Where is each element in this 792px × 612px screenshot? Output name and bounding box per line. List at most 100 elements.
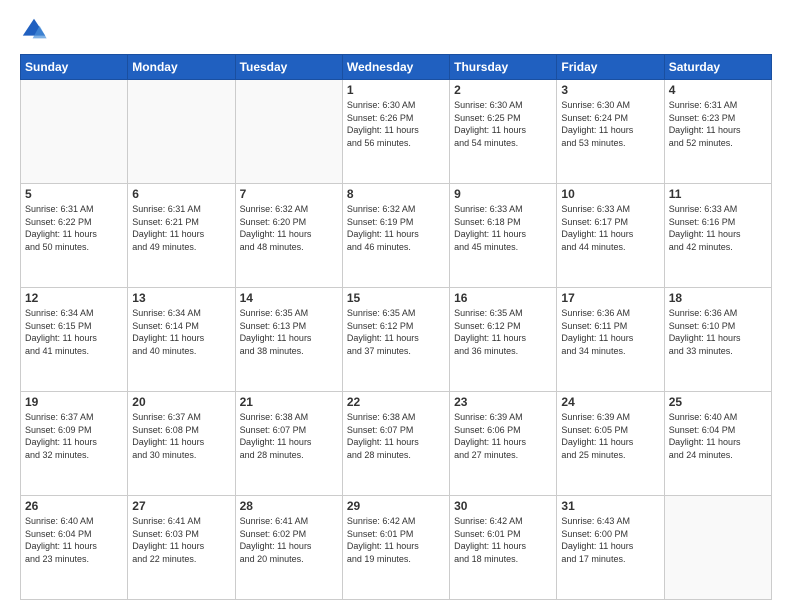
day-info: Sunrise: 6:43 AM Sunset: 6:00 PM Dayligh… — [561, 515, 659, 565]
calendar-cell — [128, 80, 235, 184]
day-number: 12 — [25, 291, 123, 305]
day-number: 27 — [132, 499, 230, 513]
day-info: Sunrise: 6:32 AM Sunset: 6:20 PM Dayligh… — [240, 203, 338, 253]
day-info: Sunrise: 6:40 AM Sunset: 6:04 PM Dayligh… — [669, 411, 767, 461]
calendar-cell — [664, 496, 771, 600]
day-number: 19 — [25, 395, 123, 409]
day-number: 31 — [561, 499, 659, 513]
weekday-header-sunday: Sunday — [21, 55, 128, 80]
day-number: 18 — [669, 291, 767, 305]
day-number: 4 — [669, 83, 767, 97]
calendar-cell: 20 Sunrise: 6:37 AM Sunset: 6:08 PM Dayli… — [128, 392, 235, 496]
day-number: 22 — [347, 395, 445, 409]
weekday-header-saturday: Saturday — [664, 55, 771, 80]
day-number: 2 — [454, 83, 552, 97]
calendar-cell: 22 Sunrise: 6:38 AM Sunset: 6:07 PM Dayli… — [342, 392, 449, 496]
day-info: Sunrise: 6:38 AM Sunset: 6:07 PM Dayligh… — [240, 411, 338, 461]
day-number: 29 — [347, 499, 445, 513]
logo — [20, 16, 52, 44]
calendar-cell: 5 Sunrise: 6:31 AM Sunset: 6:22 PM Daylig… — [21, 184, 128, 288]
day-info: Sunrise: 6:30 AM Sunset: 6:26 PM Dayligh… — [347, 99, 445, 149]
calendar-cell: 13Sunrise: 6:34 AM Sunset: 6:14 PM Dayli… — [128, 288, 235, 392]
calendar-cell: 28 Sunrise: 6:41 AM Sunset: 6:02 PM Dayli… — [235, 496, 342, 600]
weekday-header-tuesday: Tuesday — [235, 55, 342, 80]
calendar-cell: 23 Sunrise: 6:39 AM Sunset: 6:06 PM Dayli… — [450, 392, 557, 496]
day-info: Sunrise: 6:35 AM Sunset: 6:12 PM Dayligh… — [454, 307, 552, 357]
day-number: 5 — [25, 187, 123, 201]
calendar-cell: 14Sunrise: 6:35 AM Sunset: 6:13 PM Dayli… — [235, 288, 342, 392]
day-number: 23 — [454, 395, 552, 409]
calendar-cell: 21 Sunrise: 6:38 AM Sunset: 6:07 PM Dayli… — [235, 392, 342, 496]
weekday-header-wednesday: Wednesday — [342, 55, 449, 80]
day-info: Sunrise: 6:41 AM Sunset: 6:02 PM Dayligh… — [240, 515, 338, 565]
day-number: 15 — [347, 291, 445, 305]
calendar-cell: 1 Sunrise: 6:30 AM Sunset: 6:26 PM Daylig… — [342, 80, 449, 184]
week-row-1: 5 Sunrise: 6:31 AM Sunset: 6:22 PM Daylig… — [21, 184, 772, 288]
calendar-cell: 18 Sunrise: 6:36 AM Sunset: 6:10 PM Dayli… — [664, 288, 771, 392]
page: SundayMondayTuesdayWednesdayThursdayFrid… — [0, 0, 792, 612]
calendar-cell: 4 Sunrise: 6:31 AM Sunset: 6:23 PM Daylig… — [664, 80, 771, 184]
day-info: Sunrise: 6:37 AM Sunset: 6:08 PM Dayligh… — [132, 411, 230, 461]
calendar-cell: 16Sunrise: 6:35 AM Sunset: 6:12 PM Dayli… — [450, 288, 557, 392]
day-number: 8 — [347, 187, 445, 201]
day-info: Sunrise: 6:32 AM Sunset: 6:19 PM Dayligh… — [347, 203, 445, 253]
day-info: Sunrise: 6:39 AM Sunset: 6:05 PM Dayligh… — [561, 411, 659, 461]
day-info: Sunrise: 6:35 AM Sunset: 6:12 PM Dayligh… — [347, 307, 445, 357]
calendar-cell: 8 Sunrise: 6:32 AM Sunset: 6:19 PM Daylig… — [342, 184, 449, 288]
day-info: Sunrise: 6:31 AM Sunset: 6:23 PM Dayligh… — [669, 99, 767, 149]
day-info: Sunrise: 6:39 AM Sunset: 6:06 PM Dayligh… — [454, 411, 552, 461]
calendar-cell: 10 Sunrise: 6:33 AM Sunset: 6:17 PM Dayli… — [557, 184, 664, 288]
weekday-header-row: SundayMondayTuesdayWednesdayThursdayFrid… — [21, 55, 772, 80]
logo-icon — [20, 16, 48, 44]
calendar-table: SundayMondayTuesdayWednesdayThursdayFrid… — [20, 54, 772, 600]
weekday-header-monday: Monday — [128, 55, 235, 80]
day-number: 3 — [561, 83, 659, 97]
day-info: Sunrise: 6:42 AM Sunset: 6:01 PM Dayligh… — [454, 515, 552, 565]
calendar-cell: 6 Sunrise: 6:31 AM Sunset: 6:21 PM Daylig… — [128, 184, 235, 288]
day-info: Sunrise: 6:35 AM Sunset: 6:13 PM Dayligh… — [240, 307, 338, 357]
day-number: 1 — [347, 83, 445, 97]
calendar-cell: 29 Sunrise: 6:42 AM Sunset: 6:01 PM Dayli… — [342, 496, 449, 600]
day-info: Sunrise: 6:42 AM Sunset: 6:01 PM Dayligh… — [347, 515, 445, 565]
calendar-cell: 11 Sunrise: 6:33 AM Sunset: 6:16 PM Dayli… — [664, 184, 771, 288]
day-number: 17 — [561, 291, 659, 305]
day-number: 20 — [132, 395, 230, 409]
day-number: 11 — [669, 187, 767, 201]
day-number: 25 — [669, 395, 767, 409]
day-number: 21 — [240, 395, 338, 409]
calendar-cell: 19 Sunrise: 6:37 AM Sunset: 6:09 PM Dayli… — [21, 392, 128, 496]
calendar-cell: 30 Sunrise: 6:42 AM Sunset: 6:01 PM Dayli… — [450, 496, 557, 600]
week-row-4: 26Sunrise: 6:40 AM Sunset: 6:04 PM Dayli… — [21, 496, 772, 600]
day-number: 30 — [454, 499, 552, 513]
header — [20, 16, 772, 44]
day-info: Sunrise: 6:31 AM Sunset: 6:22 PM Dayligh… — [25, 203, 123, 253]
day-info: Sunrise: 6:33 AM Sunset: 6:16 PM Dayligh… — [669, 203, 767, 253]
calendar-cell: 7 Sunrise: 6:32 AM Sunset: 6:20 PM Daylig… — [235, 184, 342, 288]
calendar-cell: 26Sunrise: 6:40 AM Sunset: 6:04 PM Dayli… — [21, 496, 128, 600]
calendar-cell: 27Sunrise: 6:41 AM Sunset: 6:03 PM Dayli… — [128, 496, 235, 600]
day-info: Sunrise: 6:33 AM Sunset: 6:17 PM Dayligh… — [561, 203, 659, 253]
day-info: Sunrise: 6:36 AM Sunset: 6:10 PM Dayligh… — [669, 307, 767, 357]
calendar-cell: 3 Sunrise: 6:30 AM Sunset: 6:24 PM Daylig… — [557, 80, 664, 184]
calendar-cell: 2Sunrise: 6:30 AM Sunset: 6:25 PM Daylig… — [450, 80, 557, 184]
day-info: Sunrise: 6:38 AM Sunset: 6:07 PM Dayligh… — [347, 411, 445, 461]
week-row-2: 12 Sunrise: 6:34 AM Sunset: 6:15 PM Dayli… — [21, 288, 772, 392]
day-number: 24 — [561, 395, 659, 409]
day-number: 28 — [240, 499, 338, 513]
day-info: Sunrise: 6:33 AM Sunset: 6:18 PM Dayligh… — [454, 203, 552, 253]
day-info: Sunrise: 6:37 AM Sunset: 6:09 PM Dayligh… — [25, 411, 123, 461]
day-number: 6 — [132, 187, 230, 201]
calendar-cell: 25 Sunrise: 6:40 AM Sunset: 6:04 PM Dayli… — [664, 392, 771, 496]
day-info: Sunrise: 6:30 AM Sunset: 6:24 PM Dayligh… — [561, 99, 659, 149]
day-number: 9 — [454, 187, 552, 201]
day-info: Sunrise: 6:36 AM Sunset: 6:11 PM Dayligh… — [561, 307, 659, 357]
week-row-3: 19 Sunrise: 6:37 AM Sunset: 6:09 PM Dayli… — [21, 392, 772, 496]
day-number: 10 — [561, 187, 659, 201]
day-number: 7 — [240, 187, 338, 201]
day-info: Sunrise: 6:34 AM Sunset: 6:14 PM Dayligh… — [132, 307, 230, 357]
calendar-cell: 15 Sunrise: 6:35 AM Sunset: 6:12 PM Dayli… — [342, 288, 449, 392]
day-info: Sunrise: 6:31 AM Sunset: 6:21 PM Dayligh… — [132, 203, 230, 253]
calendar-cell — [235, 80, 342, 184]
day-info: Sunrise: 6:40 AM Sunset: 6:04 PM Dayligh… — [25, 515, 123, 565]
day-info: Sunrise: 6:34 AM Sunset: 6:15 PM Dayligh… — [25, 307, 123, 357]
